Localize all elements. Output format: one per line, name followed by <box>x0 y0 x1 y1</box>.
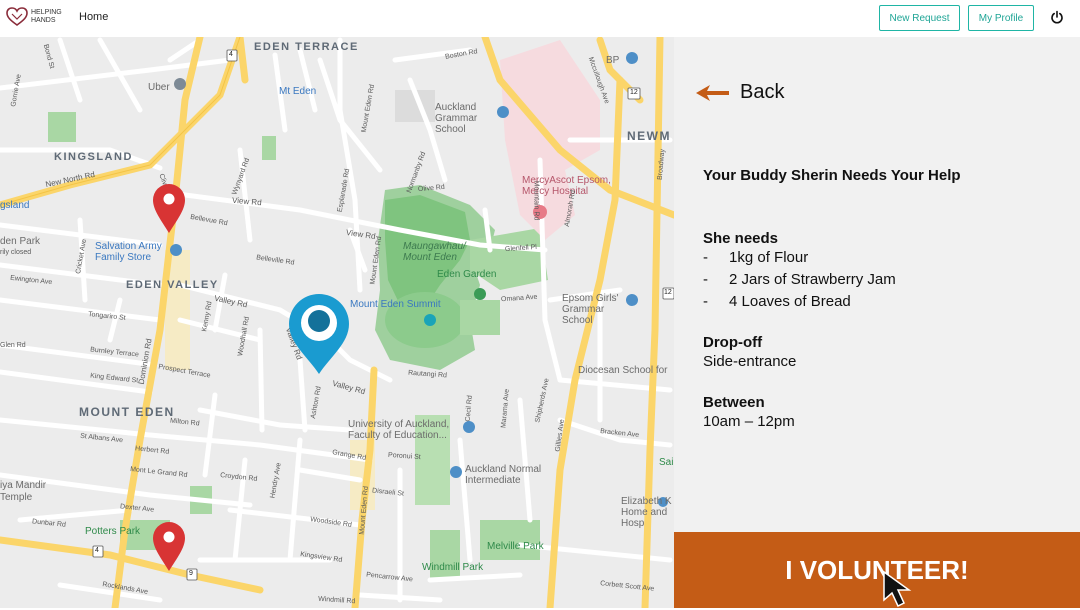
poi-label[interactable]: Melville Park <box>487 541 544 552</box>
blue-location-marker[interactable] <box>286 291 352 375</box>
need-item: - 4 Loaves of Bread <box>703 291 1063 313</box>
new-request-button[interactable]: New Request <box>879 5 960 31</box>
need-item: - 2 Jars of Strawberry Jam <box>703 269 1063 291</box>
back-button[interactable]: Back <box>694 81 784 104</box>
between-title: Between <box>703 394 765 411</box>
red-location-marker[interactable] <box>151 520 187 572</box>
poi-sublabel: rily closed <box>0 249 32 256</box>
top-navbar: HELPING HANDS Home New Request My Profil… <box>0 0 1080 37</box>
needs-title: She needs <box>703 230 779 247</box>
logo-text: HELPING HANDS <box>31 9 62 24</box>
poi-label[interactable]: Mt Eden <box>279 86 316 97</box>
power-icon[interactable] <box>1050 10 1064 24</box>
poi-label[interactable]: Temple <box>0 492 32 503</box>
need-item-text: 2 Jars of Strawberry Jam <box>729 271 896 288</box>
poi-label[interactable]: Auckland Normal Intermediate <box>465 464 555 486</box>
poi-label[interactable]: BP <box>606 55 619 66</box>
nav-home-link[interactable]: Home <box>79 11 108 23</box>
back-arrow-icon <box>696 84 729 101</box>
need-item-text: 1kg of Flour <box>729 249 809 266</box>
poi-label: Maungawhau/ Mount Eden <box>403 241 466 263</box>
request-detail-panel: Back Your Buddy Sherin Needs Your Help S… <box>674 37 1080 608</box>
dropoff-value: Side-entrance <box>703 353 797 370</box>
poi-label[interactable]: Salvation Army Family Store <box>95 241 175 263</box>
list-dash: - <box>703 271 708 288</box>
back-label: Back <box>740 81 785 103</box>
area-label: MOUNT EDEN <box>79 405 175 419</box>
poi-label[interactable]: Mount Eden Summit <box>350 299 441 310</box>
route-badge: 9 <box>189 570 193 577</box>
route-badge: 12 <box>630 89 638 96</box>
poi-label[interactable]: Elizabeth K Home and Hosp <box>621 496 674 529</box>
poi-label[interactable]: Potters Park <box>85 526 140 537</box>
poi-label[interactable]: University of Auckland, Faculty of Educa… <box>348 419 466 441</box>
area-label: KINGSLAND <box>54 151 133 163</box>
area-label: EDEN TERRACE <box>254 41 359 53</box>
poi-label[interactable]: Eden Garden <box>437 269 497 280</box>
request-details: Your Buddy Sherin Needs Your Help She ne… <box>703 167 1063 433</box>
mouse-cursor-icon <box>883 570 912 608</box>
street-label: Mountain Rd <box>532 180 540 221</box>
route-badge: 12 <box>664 289 672 296</box>
request-heading: Your Buddy Sherin Needs Your Help <box>703 167 961 184</box>
poi-label[interactable]: den Park <box>0 236 40 247</box>
street-label: Glen Rd <box>0 342 26 349</box>
poi-label[interactable]: Uber <box>148 82 170 93</box>
list-dash: - <box>703 249 708 266</box>
dropoff-title: Drop-off <box>703 334 763 351</box>
my-profile-button[interactable]: My Profile <box>968 5 1034 31</box>
red-location-marker[interactable] <box>151 182 187 234</box>
app-logo[interactable]: HELPING HANDS <box>6 7 67 27</box>
poi-label[interactable]: Auckland Grammar School <box>435 102 505 135</box>
poi-label[interactable]: gsland <box>0 200 29 211</box>
poi-label[interactable]: iya Mandir <box>0 480 46 491</box>
area-label: NEWM <box>627 129 671 143</box>
map-view[interactable]: EDEN TERRACE KINGSLAND EDEN VALLEY MOUNT… <box>0 37 674 608</box>
volunteer-button[interactable]: I VOLUNTEER! <box>674 532 1080 608</box>
poi-label[interactable]: Diocesan School for <box>578 365 668 376</box>
heart-hands-logo <box>6 7 28 26</box>
list-dash: - <box>703 293 708 310</box>
poi-label[interactable]: Sai <box>659 457 673 468</box>
route-badge: 4 <box>95 547 99 554</box>
need-item: - 1kg of Flour <box>703 247 1063 269</box>
between-value: 10am – 12pm <box>703 413 795 430</box>
route-badge: 4 <box>229 51 233 58</box>
area-label: EDEN VALLEY <box>126 279 219 291</box>
need-item-text: 4 Loaves of Bread <box>729 293 851 310</box>
poi-label[interactable]: Epsom Girls' Grammar School <box>562 293 632 326</box>
poi-label[interactable]: Windmill Park <box>422 562 483 573</box>
